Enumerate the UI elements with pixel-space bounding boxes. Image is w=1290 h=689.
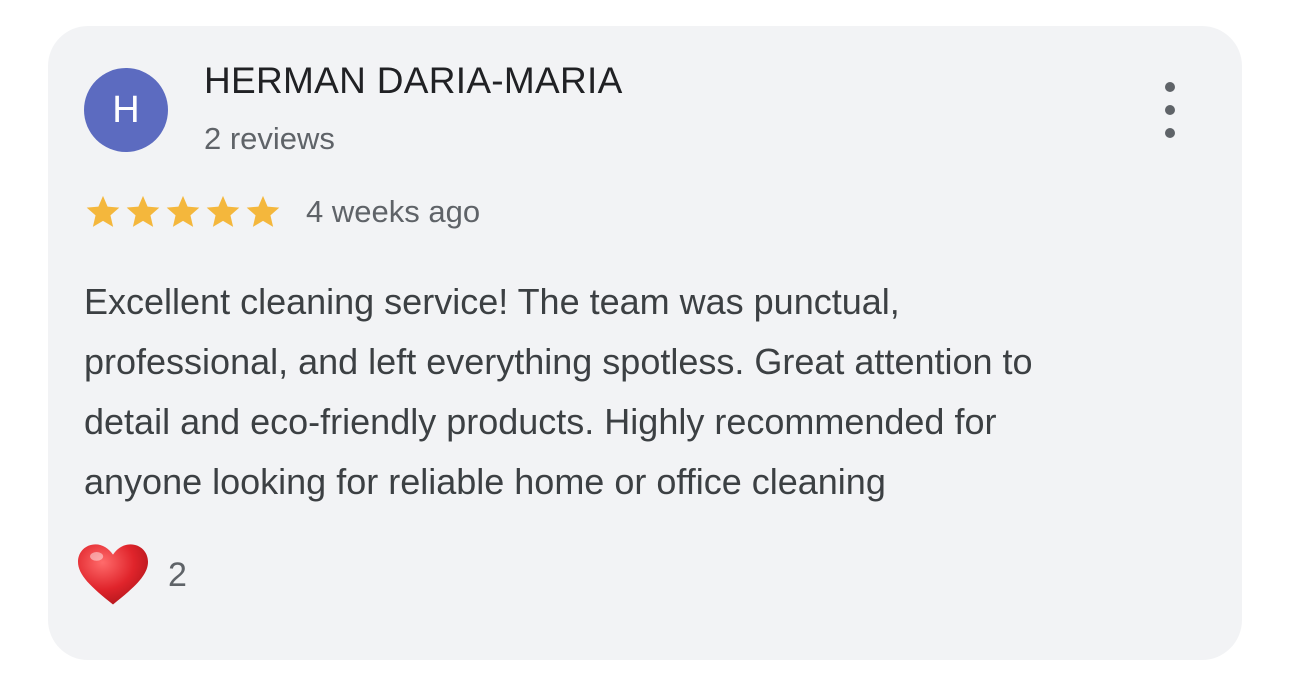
more-options-button[interactable]: [1152, 82, 1188, 138]
review-text-line: Excellent cleaning service! The team was…: [84, 281, 900, 322]
star-icon: [246, 195, 280, 227]
review-text-line: professional, and left everything spotle…: [84, 341, 1033, 382]
heart-icon: [78, 544, 148, 605]
star-icon: [126, 195, 160, 227]
star-icon: [166, 195, 200, 227]
star-rating: [84, 193, 282, 231]
avatar[interactable]: H: [84, 68, 168, 152]
review-text-line: detail and eco-friendly products. Highly…: [84, 401, 997, 442]
star-icon: [86, 195, 120, 227]
review-card: H HERMAN DARIA-MARIA 2 reviews 4 weeks a…: [48, 26, 1242, 660]
review-text: Excellent cleaning service! The team was…: [84, 272, 1224, 512]
star-icon: [206, 195, 240, 227]
review-text-line: anyone looking for reliable home or offi…: [84, 461, 886, 502]
review-time: 4 weeks ago: [306, 194, 481, 229]
reaction-count: 2: [168, 555, 187, 594]
rating-row: 4 weeks ago: [84, 190, 480, 234]
reviewer-name[interactable]: HERMAN DARIA-MARIA: [204, 60, 623, 102]
reviewer-review-count: 2 reviews: [204, 121, 335, 156]
like-reaction-button[interactable]: 2: [78, 542, 187, 608]
more-vert-icon: [1165, 82, 1175, 92]
